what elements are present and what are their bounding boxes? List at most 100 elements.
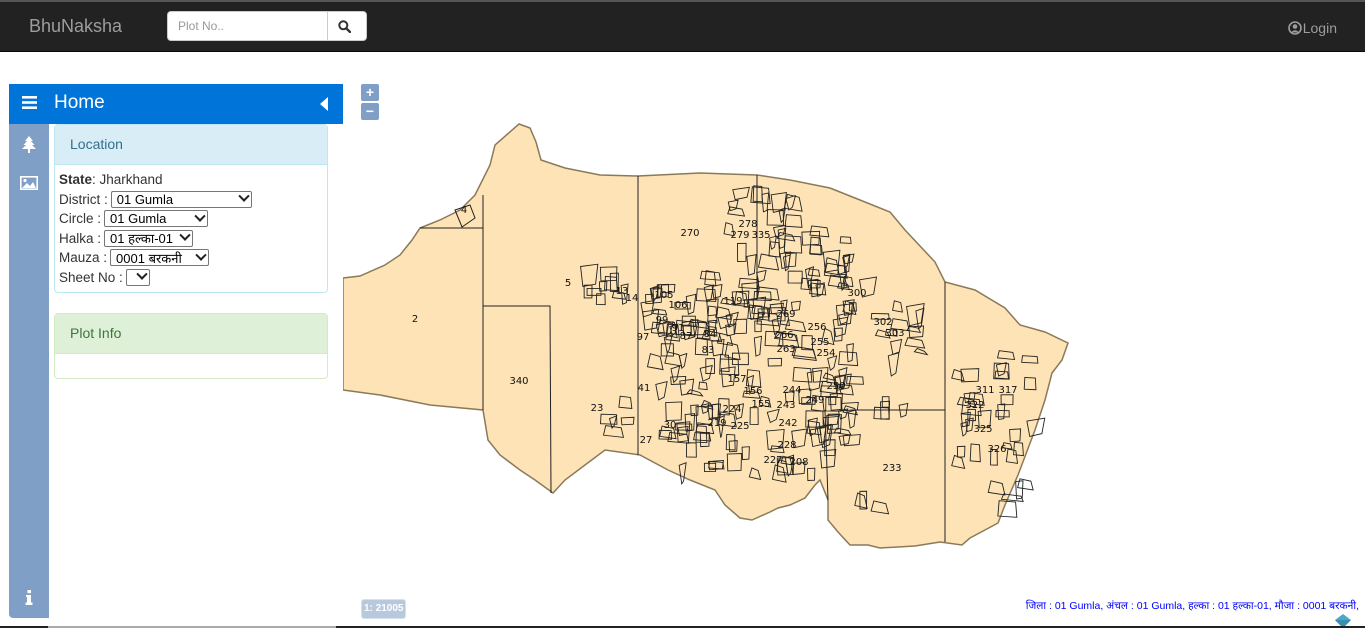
halka-select[interactable]: 01 हल्का-01 xyxy=(104,229,194,247)
login-label: Login xyxy=(1302,20,1337,36)
mauza-value: 0001 बरकनी xyxy=(116,250,182,266)
plot-label[interactable]: 27 xyxy=(640,435,653,446)
plot-label[interactable]: 119 xyxy=(723,296,742,307)
plot-label[interactable]: 99 xyxy=(656,315,669,326)
halka-value: 01 हल्का-01 xyxy=(110,231,174,247)
plot-label[interactable]: 242 xyxy=(778,418,797,429)
plot-label[interactable]: 41 xyxy=(638,383,651,394)
state-label: State xyxy=(59,172,93,188)
plot-label[interactable]: 156 xyxy=(743,386,762,397)
plot-label[interactable]: 233 xyxy=(882,463,901,474)
plot-label[interactable]: 279 xyxy=(730,230,749,241)
plot-label[interactable]: 228 xyxy=(777,440,796,451)
tab-layers[interactable] xyxy=(9,126,49,162)
plot-label[interactable]: 340 xyxy=(509,376,528,387)
state-value: : Jharkhand xyxy=(92,172,163,188)
search-button[interactable] xyxy=(328,12,361,40)
sheet-row: Sheet No : xyxy=(59,268,323,288)
plot-label[interactable]: 243 xyxy=(776,400,795,411)
sidebar-title: Home xyxy=(54,92,105,113)
chevron-down-icon xyxy=(238,190,250,203)
location-panel-heading[interactable]: Location xyxy=(55,125,327,165)
login-link[interactable]: Login xyxy=(1287,20,1337,36)
plot-label[interactable]: 278 xyxy=(738,219,757,230)
mauza-select[interactable]: 0001 बरकनी xyxy=(110,249,210,267)
sheet-select[interactable] xyxy=(125,268,150,286)
plot-label[interactable]: 270 xyxy=(680,228,699,239)
plot-label[interactable]: 269 xyxy=(776,309,795,320)
chevron-down-icon xyxy=(195,249,207,261)
plot-label[interactable]: 97 xyxy=(637,332,650,343)
brand-logo[interactable]: BhuNaksha xyxy=(29,16,122,37)
state-row: State : Jharkhand xyxy=(59,170,323,190)
plot-label[interactable]: 255 xyxy=(810,337,829,348)
plot-label[interactable]: 300 xyxy=(847,288,866,299)
plot-label[interactable]: 23 xyxy=(591,403,604,414)
plot-label[interactable]: 244 xyxy=(782,385,801,396)
plot-label[interactable]: 303 xyxy=(885,328,904,339)
circle-label: Circle : xyxy=(59,211,102,227)
plot-label[interactable]: 311 xyxy=(975,385,994,396)
scale-readout: 1: 21005 xyxy=(361,599,407,619)
plot-label[interactable]: 5 xyxy=(565,278,571,289)
sheet-label: Sheet No : xyxy=(59,269,123,285)
plot-label[interactable]: 322 xyxy=(965,400,984,411)
tab-images[interactable] xyxy=(9,165,49,201)
plot-label[interactable]: 83 xyxy=(702,345,715,356)
plot-info-heading[interactable]: Plot Info xyxy=(55,314,327,354)
circle-select[interactable]: 01 Gumla xyxy=(104,210,209,228)
plot-label[interactable]: 326 xyxy=(987,444,1006,455)
plot-label[interactable]: 2 xyxy=(412,314,418,325)
plot-info-panel: Plot Info xyxy=(54,313,328,379)
plot-label[interactable]: 249 xyxy=(805,395,824,406)
zoom-out-button[interactable]: − xyxy=(361,103,379,120)
zoom-controls: + − xyxy=(361,84,379,122)
plot-label[interactable]: 256 xyxy=(807,322,826,333)
plot-label[interactable]: 266 xyxy=(774,330,793,341)
halka-row: Halka : 01 हल्का-01 xyxy=(59,229,323,249)
plot-label[interactable]: 219 xyxy=(707,418,726,429)
search-icon xyxy=(338,19,351,33)
plot-label[interactable]: 254 xyxy=(816,348,835,359)
mauza-label: Mauza : xyxy=(59,250,108,266)
collapse-sidebar-icon[interactable] xyxy=(320,97,328,111)
district-row: District : 01 Gumla xyxy=(59,190,323,210)
district-select[interactable]: 01 Gumla xyxy=(110,190,252,208)
circle-row: Circle : 01 Gumla xyxy=(59,209,323,229)
plot-label[interactable]: 208 xyxy=(789,457,808,468)
zoom-in-button[interactable]: + xyxy=(361,84,379,101)
location-info-line: जिला : 01 Gumla, अंचल : 01 Gumla, हल्का … xyxy=(1025,600,1359,612)
menu-icon[interactable] xyxy=(22,96,37,109)
plot-label[interactable]: 106 xyxy=(668,300,687,311)
tab-info[interactable] xyxy=(9,579,49,615)
plot-label[interactable]: 317 xyxy=(998,385,1017,396)
map-canvas[interactable]: 245131423273041838487919799105106 1191551… xyxy=(342,52,1365,628)
mauza-row: Mauza : 0001 बरकनी xyxy=(59,248,323,268)
plot-label[interactable]: 325 xyxy=(973,424,992,435)
plot-label[interactable]: 91 xyxy=(672,323,685,334)
plot-polygon[interactable] xyxy=(1017,478,1034,491)
plot-label[interactable]: 225 xyxy=(730,421,749,432)
tree-icon xyxy=(22,135,36,153)
plot-label[interactable]: 14 xyxy=(626,293,639,304)
location-panel: Location State : Jharkhand District : 01… xyxy=(54,124,328,293)
plot-label[interactable]: 335 xyxy=(751,230,770,241)
cadastral-map[interactable]: 2 4 5 13 14 23 27 30 41 83 84 87 91 97 99 105 106 119 155 1… xyxy=(342,52,1365,628)
plot-label[interactable]: 4 xyxy=(461,205,467,216)
plot-label[interactable]: 155 xyxy=(751,399,770,410)
sidebar-tab-strip xyxy=(9,124,49,618)
plot-label[interactable]: 250 xyxy=(826,381,845,392)
plot-label[interactable]: 224 xyxy=(722,404,741,415)
plot-label[interactable]: 84 xyxy=(704,329,717,340)
district-value: 01 Gumla xyxy=(116,191,174,207)
chevron-down-icon xyxy=(179,229,191,242)
plot-label[interactable]: 157 xyxy=(727,374,746,385)
sidebar-header: Home xyxy=(9,84,343,124)
plot-label[interactable]: 302 xyxy=(873,317,892,328)
plot-label[interactable]: 263 xyxy=(776,344,795,355)
info-icon xyxy=(25,589,33,605)
user-icon xyxy=(1287,21,1302,35)
plot-label[interactable]: 227 xyxy=(763,455,782,466)
plot-label[interactable]: 30 xyxy=(664,420,677,431)
plot-search-input[interactable] xyxy=(168,12,328,40)
